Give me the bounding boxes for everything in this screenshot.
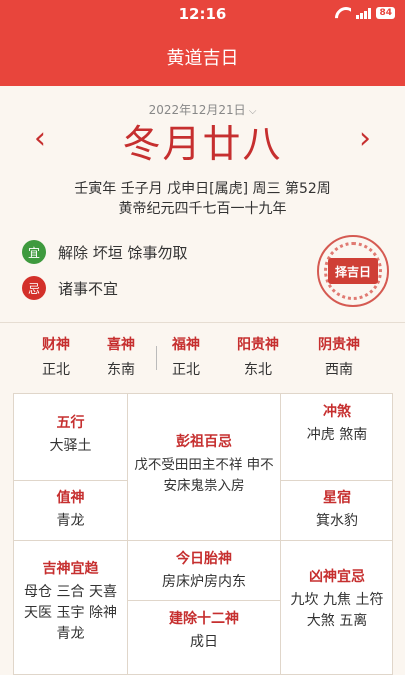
cell-pengzu: 彭祖百忌 戊不受田田主不祥 申不安床鬼祟入房 xyxy=(128,431,280,497)
cell-zhishen: 值神 青龙 xyxy=(14,487,127,532)
cell-title: 值神 xyxy=(56,490,85,506)
cell-value: 青龙 xyxy=(56,513,85,529)
seal-label: 择吉日 xyxy=(328,258,378,284)
cell-jishen: 吉神宜趋 母仓 三合 天喜 天医 玉宇 除神 青龙 xyxy=(14,558,127,645)
god-name: 阴贵神 xyxy=(318,337,360,353)
cell-title: 冲煞 xyxy=(323,404,351,420)
god-name: 阳贵神 xyxy=(237,337,279,353)
yi-text: 解除 坏垣 馀事勿取 xyxy=(58,243,188,262)
signal-icon xyxy=(356,7,372,19)
cell-value: 房床炉房内东 xyxy=(162,574,246,590)
cell-title: 凶神宜忌 xyxy=(309,569,365,585)
gods-direction-row: 财神 正北 喜神 东南 福神 正北 阳贵神 东北 阴贵神 西南 xyxy=(0,334,405,384)
status-bar: 12:16 84 xyxy=(0,0,405,28)
cell-value: 母仓 三合 天喜 天医 玉宇 除神 青龙 xyxy=(24,584,117,642)
god-fortune: 福神 正北 xyxy=(156,334,216,379)
ji-row: 忌 诸事不宜 xyxy=(22,276,118,300)
cell-title: 五行 xyxy=(56,415,85,431)
cell-jianchu: 建除十二神 成日 xyxy=(128,608,280,653)
cell-taishen: 今日胎神 房床炉房内东 xyxy=(128,548,280,593)
cell-chongsha: 冲煞 冲虎 煞南 xyxy=(281,401,393,446)
next-day-button[interactable]: › xyxy=(359,124,371,154)
era-line: 黄帝纪元四千七百一十九年 xyxy=(118,201,287,217)
god-direction: 正北 xyxy=(172,362,200,378)
ji-badge: 忌 xyxy=(22,276,46,300)
cell-value: 箕水豹 xyxy=(316,513,358,529)
seal-ring: 择吉日 xyxy=(324,242,382,300)
god-direction: 西南 xyxy=(325,362,353,378)
cell-value: 戊不受田田主不祥 申不安床鬼祟入房 xyxy=(134,457,274,494)
god-yin-noble: 阴贵神 西南 xyxy=(309,334,369,379)
god-name: 喜神 xyxy=(107,337,135,353)
cell-value: 成日 xyxy=(190,634,218,650)
god-direction: 东南 xyxy=(107,362,135,378)
cell-title: 彭祖百忌 xyxy=(176,434,232,450)
god-direction: 正北 xyxy=(42,362,70,378)
nav-bar: 黄道吉日 xyxy=(0,28,405,86)
cell-title: 建除十二神 xyxy=(169,611,239,627)
cell-title: 吉神宜趋 xyxy=(42,561,99,577)
god-name: 财神 xyxy=(42,337,70,353)
status-icons: 84 xyxy=(335,7,395,19)
cell-title: 星宿 xyxy=(323,490,351,506)
ganzhi-line: 壬寅年 壬子月 戊申日[属虎] 周三 第52周 xyxy=(74,181,331,197)
cell-xiongshen: 凶神宜忌 九坎 九焦 土符 大煞 五离 xyxy=(281,566,393,632)
page-title: 黄道吉日 xyxy=(166,48,239,69)
battery-icon: 84 xyxy=(376,7,395,19)
cell-value: 冲虎 煞南 xyxy=(306,427,368,443)
cell-xingxiu: 星宿 箕水豹 xyxy=(281,487,393,532)
ji-text: 诸事不宜 xyxy=(58,279,119,298)
god-wealth: 财神 正北 xyxy=(26,334,86,379)
god-joy: 喜神 东南 xyxy=(91,334,151,379)
god-name: 福神 xyxy=(172,337,200,353)
god-direction: 东北 xyxy=(244,362,272,378)
cell-value: 大驿土 xyxy=(49,438,92,454)
yi-badge: 宜 xyxy=(22,240,46,264)
choose-auspicious-day-button[interactable]: 择吉日 xyxy=(317,235,389,307)
divider xyxy=(0,322,405,323)
yi-row: 宜 解除 坏垣 馀事勿取 xyxy=(22,240,188,264)
cell-value: 九坎 九焦 土符 大煞 五离 xyxy=(290,592,384,629)
wifi-icon xyxy=(335,7,351,19)
cell-wuxing: 五行 大驿土 xyxy=(14,412,127,457)
almanac-grid: 五行 大驿土 彭祖百忌 戊不受田田主不祥 申不安床鬼祟入房 冲煞 冲虎 煞南 值… xyxy=(13,393,393,675)
lunar-date: 冬月廿八 xyxy=(122,122,283,166)
god-yang-noble: 阳贵神 东北 xyxy=(228,334,288,379)
cell-title: 今日胎神 xyxy=(176,551,232,567)
